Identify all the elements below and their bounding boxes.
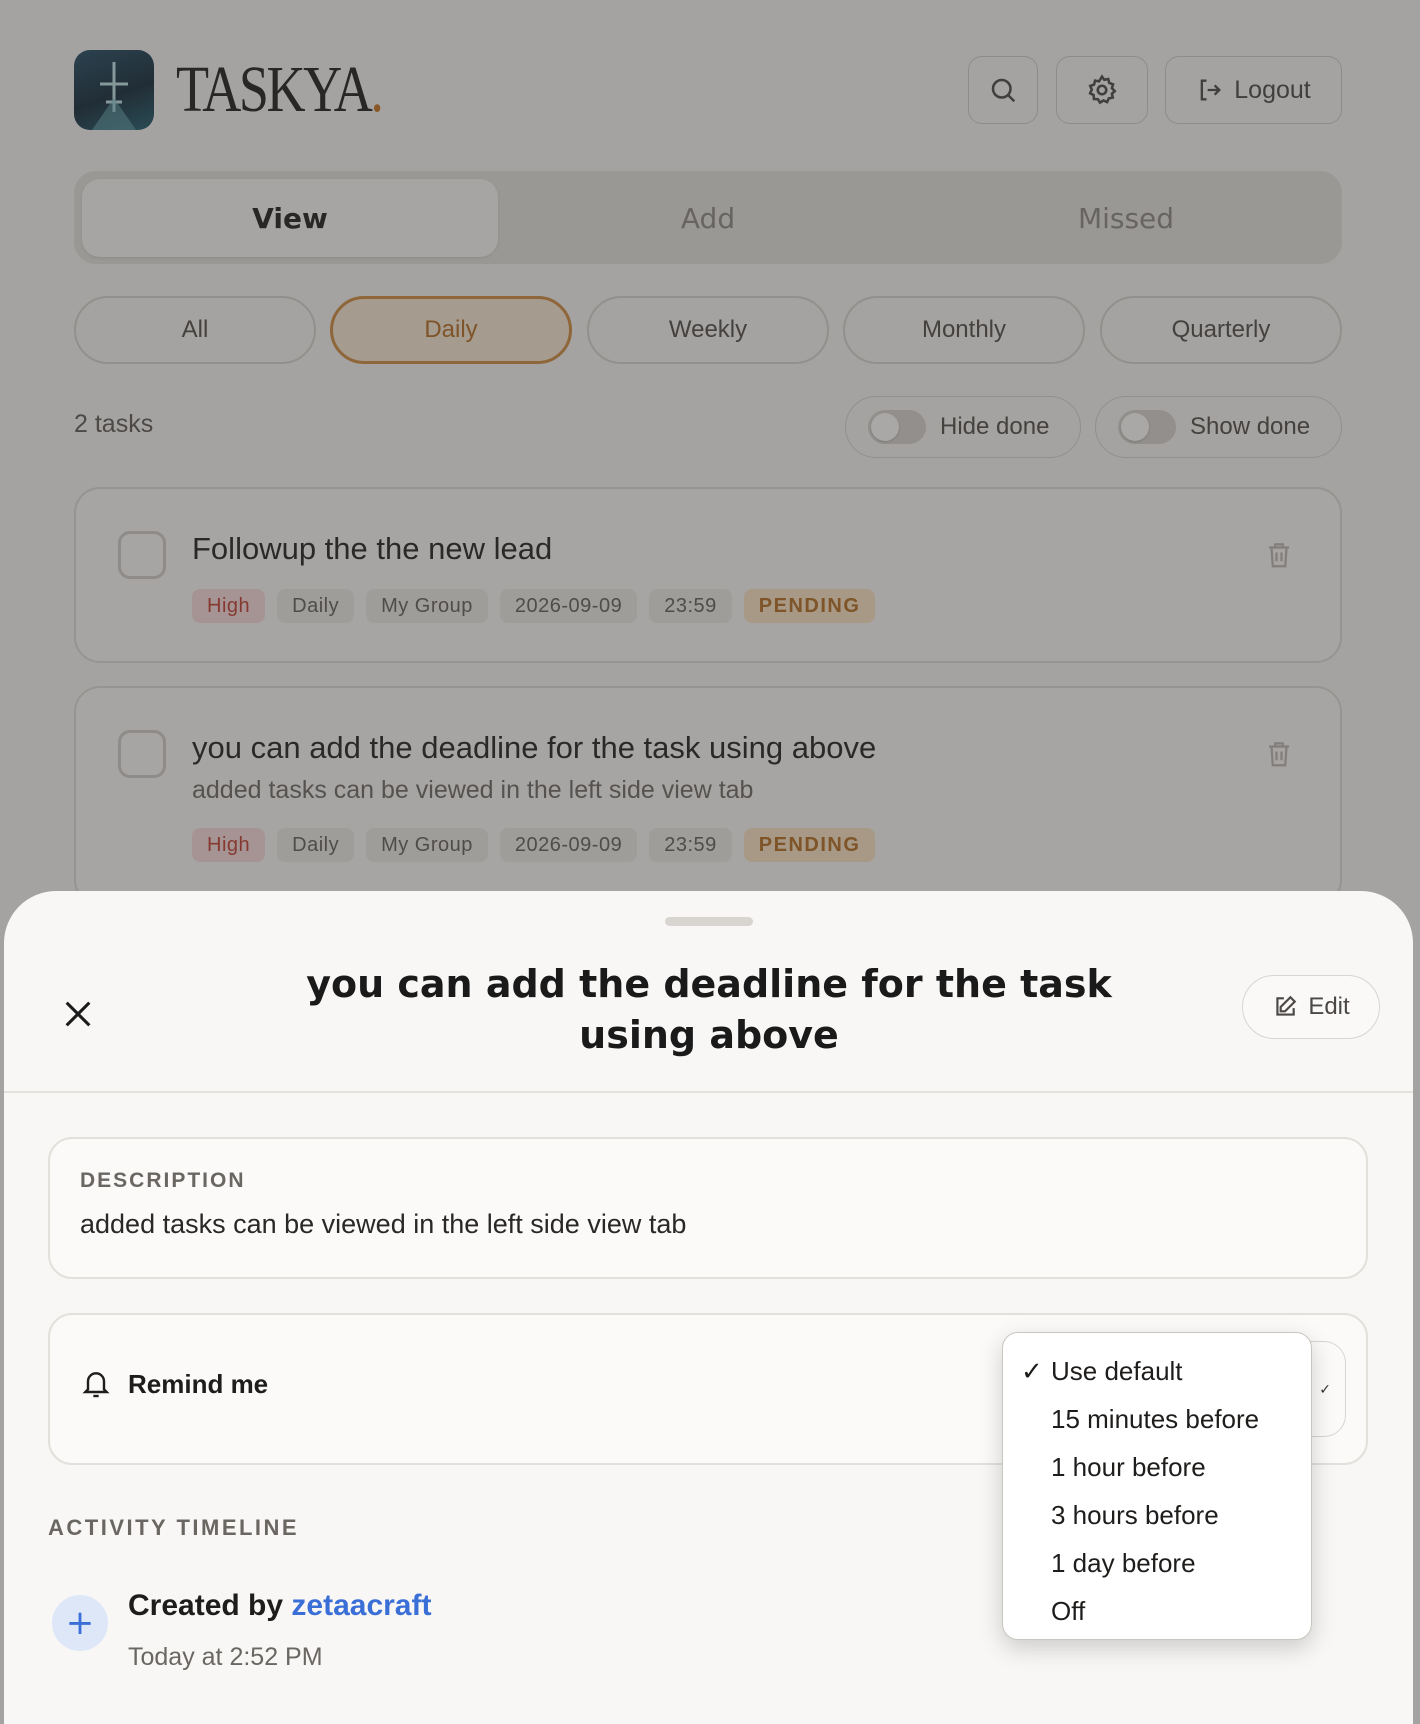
check-icon: ✓	[1021, 1355, 1043, 1386]
activity-user-link[interactable]: zetaacraft	[291, 1589, 431, 1622]
activity-created-prefix: Created by	[128, 1589, 284, 1622]
reminder-dropdown: ✓ Use default 15 minutes before 1 hour be…	[1002, 1332, 1312, 1640]
edit-button[interactable]: Edit	[1242, 975, 1380, 1039]
option-1-day[interactable]: 1 day before	[1003, 1539, 1311, 1587]
activity-entry: Created by zetaacraft	[128, 1589, 431, 1623]
activity-timeline-label: ACTIVITY TIMELINE	[48, 1515, 300, 1540]
edit-icon	[1276, 995, 1297, 1016]
sheet-title: you can add the deadline for the task us…	[306, 962, 1112, 1057]
option-off[interactable]: Off	[1003, 1587, 1311, 1635]
divider	[4, 1091, 1413, 1093]
remind-me-label: Remind me	[80, 1367, 268, 1401]
description-text: added tasks can be viewed in the left si…	[80, 1209, 687, 1239]
activity-time: Today at 2:52 PM	[128, 1643, 323, 1671]
edit-label: Edit	[1308, 993, 1350, 1020]
option-3-hours[interactable]: 3 hours before	[1003, 1491, 1311, 1539]
option-use-default[interactable]: ✓ Use default	[1003, 1347, 1311, 1395]
description-label: DESCRIPTION	[80, 1169, 246, 1192]
close-icon	[65, 1001, 91, 1027]
description-section: DESCRIPTION added tasks can be viewed in…	[48, 1137, 1368, 1279]
plus-icon: +	[52, 1595, 108, 1651]
drag-handle[interactable]	[665, 917, 753, 926]
option-15-minutes[interactable]: 15 minutes before	[1003, 1395, 1311, 1443]
close-button[interactable]	[54, 990, 102, 1038]
bell-icon	[82, 1372, 110, 1398]
chevron-down-icon: ✓	[1319, 1382, 1331, 1398]
option-1-hour[interactable]: 1 hour before	[1003, 1443, 1311, 1491]
